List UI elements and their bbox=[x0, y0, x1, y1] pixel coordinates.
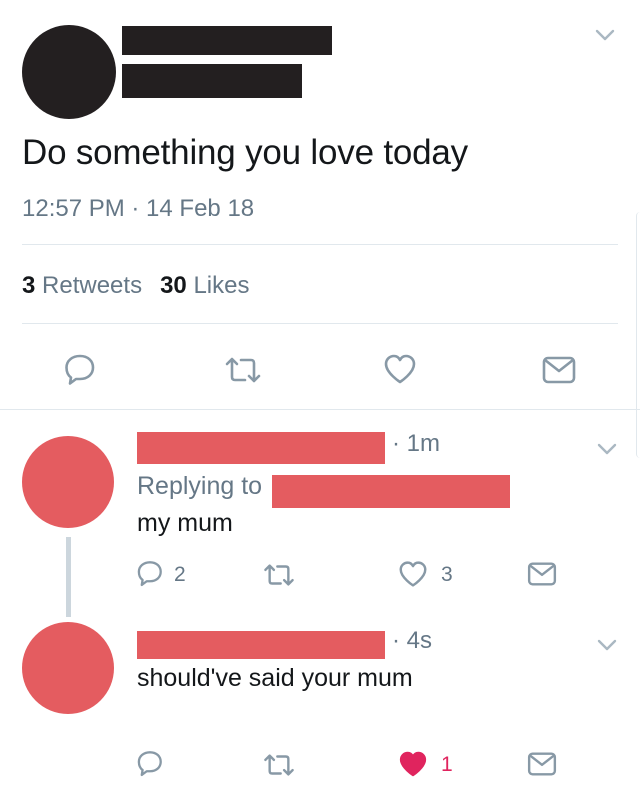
reply-icon[interactable] bbox=[136, 749, 164, 777]
reply-avatar-redacted[interactable] bbox=[22, 436, 114, 528]
reply-author-redacted[interactable] bbox=[137, 631, 385, 659]
retweet-icon[interactable] bbox=[262, 752, 296, 778]
retweet-icon[interactable] bbox=[223, 355, 263, 385]
replying-to-handle-redacted[interactable] bbox=[272, 475, 510, 508]
heart-icon-liked[interactable] bbox=[398, 750, 428, 778]
scrollbar[interactable] bbox=[636, 212, 640, 458]
reply-icon[interactable] bbox=[136, 559, 164, 587]
heart-icon[interactable] bbox=[398, 560, 428, 588]
divider bbox=[0, 409, 640, 410]
like-count: 3 bbox=[441, 563, 453, 586]
chevron-down-icon[interactable] bbox=[596, 442, 618, 456]
divider bbox=[22, 323, 618, 324]
retweet-icon[interactable] bbox=[262, 562, 296, 588]
reply-text: my mum bbox=[137, 509, 233, 537]
heart-icon[interactable] bbox=[383, 353, 417, 385]
chevron-down-icon[interactable] bbox=[596, 638, 618, 652]
reply-count: 2 bbox=[174, 563, 186, 586]
retweets-stat[interactable]: 3 Retweets bbox=[22, 272, 142, 299]
author-name-redacted[interactable] bbox=[122, 26, 332, 55]
retweets-count: 3 bbox=[22, 272, 36, 299]
author-avatar-redacted[interactable] bbox=[22, 25, 116, 119]
tweet-timestamp: 12:57 PM · 14 Feb 18 bbox=[22, 195, 255, 222]
tweet-stats: 3 Retweets 30 Likes bbox=[22, 272, 249, 300]
tweet-text: Do something you love today bbox=[22, 133, 468, 172]
author-handle-redacted[interactable] bbox=[122, 64, 302, 98]
likes-label: Likes bbox=[193, 272, 250, 299]
likes-count: 30 bbox=[160, 272, 187, 299]
direct-message-icon[interactable] bbox=[542, 356, 576, 384]
reply-time: · 1m bbox=[392, 430, 440, 457]
divider bbox=[22, 244, 618, 245]
thread-connector-line bbox=[66, 537, 71, 617]
retweets-label: Retweets bbox=[42, 272, 143, 299]
direct-message-icon[interactable] bbox=[527, 562, 557, 586]
reply-author-redacted[interactable] bbox=[137, 432, 385, 464]
direct-message-icon[interactable] bbox=[527, 752, 557, 776]
like-count: 1 bbox=[441, 753, 453, 776]
likes-stat[interactable]: 30 Likes bbox=[160, 272, 249, 299]
tweet-thread: Do something you love today 12:57 PM · 1… bbox=[0, 0, 640, 786]
replying-to-label: Replying to bbox=[137, 472, 263, 500]
reply-time: · 4s bbox=[392, 627, 433, 654]
chevron-down-icon[interactable] bbox=[594, 28, 616, 42]
reply-text: should've said your mum bbox=[137, 664, 413, 692]
reply-avatar-redacted[interactable] bbox=[22, 622, 114, 714]
reply-icon[interactable] bbox=[63, 352, 97, 386]
